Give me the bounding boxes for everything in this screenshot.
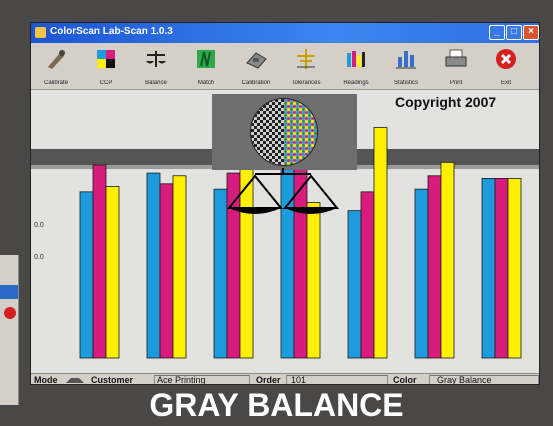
print-icon <box>445 49 467 67</box>
y-tick-lower: 0.0 <box>34 254 44 261</box>
bar-2-series-3 <box>172 175 187 359</box>
bar-2-series-2 <box>159 183 174 359</box>
ccp-button[interactable]: CCP <box>84 46 128 86</box>
calibration-button[interactable]: Calibration <box>234 46 278 86</box>
background-window-exit-icon <box>4 307 16 319</box>
bar-6-series-2 <box>427 175 442 359</box>
tolerances-button[interactable]: Tolerances <box>284 46 328 86</box>
mode-icon <box>66 378 84 383</box>
bar-1-series-3 <box>105 186 120 359</box>
balance-icon <box>146 51 166 67</box>
balance-button[interactable]: Balance <box>134 46 178 86</box>
order-label: Order <box>256 375 281 385</box>
balance-scale-icon <box>226 168 340 214</box>
color-value: Gray Balance <box>437 375 492 385</box>
match-button[interactable]: Match <box>184 46 228 86</box>
calibration-label: Calibration <box>241 80 271 86</box>
print-button[interactable]: Print <box>434 46 478 86</box>
statistics-button[interactable]: Statistics <box>384 46 428 86</box>
match-label: Match <box>197 80 215 86</box>
mode-label: Mode <box>34 375 58 385</box>
calibrate-label: Calibrate <box>43 80 68 86</box>
caption-title: GRAY BALANCE <box>149 387 404 423</box>
readings-icon <box>347 51 365 67</box>
customer-label: Customer <box>91 375 134 385</box>
minimize-button[interactable]: _ <box>489 25 505 40</box>
bar-4-series-3 <box>306 202 321 359</box>
match-icon <box>197 50 215 68</box>
exit-label: Exit <box>500 80 511 86</box>
bar-2-series-1 <box>146 172 161 359</box>
readings-label: Readings <box>343 80 369 86</box>
readings-button[interactable]: Readings <box>334 46 378 86</box>
bar-6-series-3 <box>440 161 455 359</box>
order-value: 101 <box>291 375 307 385</box>
y-tick-upper: 0.0 <box>34 222 44 229</box>
exit-icon <box>496 49 516 69</box>
bar-5-series-1 <box>347 210 362 359</box>
statistics-icon <box>396 51 416 69</box>
customer-value: Ace Printing <box>157 375 206 385</box>
instrument-icon <box>246 52 267 69</box>
bar-1-series-1 <box>79 191 94 359</box>
gray-balance-chip <box>250 98 318 166</box>
maximize-button[interactable]: □ <box>506 25 522 40</box>
statistics-label: Statistics <box>393 80 418 86</box>
background-window-titlebar <box>0 285 18 299</box>
app-icon <box>35 27 46 38</box>
tolerance-icon <box>297 49 315 69</box>
color-patch-icon <box>97 50 115 68</box>
exit-button[interactable]: Exit <box>484 46 528 86</box>
bar-5-series-2 <box>360 191 375 359</box>
calibrate-icon <box>48 50 65 69</box>
color-label: Color <box>393 375 417 385</box>
print-label: Print <box>449 80 463 86</box>
balance-label: Balance <box>145 80 167 86</box>
copyright-text: Copyright 2007 <box>395 94 497 110</box>
tolerances-label: Tolerances <box>291 80 321 86</box>
bar-6-series-1 <box>414 188 429 359</box>
bar-7-series-3 <box>507 178 522 359</box>
bar-7-series-1 <box>481 178 496 359</box>
bar-5-series-3 <box>373 127 388 359</box>
status-bar: Mode Customer Ace Printing Order 101 Col… <box>31 373 539 385</box>
window-title: ColorScan Lab-Scan 1.0.3 <box>50 26 173 37</box>
toolbar: Calibrate CCP Balance Match Calibration … <box>31 43 539 90</box>
calibrate-button[interactable]: Calibrate <box>34 46 78 86</box>
close-button[interactable]: × <box>523 25 539 40</box>
bar-7-series-2 <box>494 178 509 359</box>
bar-1-series-2 <box>92 164 107 359</box>
background-window <box>0 255 19 405</box>
ccp-label: CCP <box>99 80 113 86</box>
title-bar: ColorScan Lab-Scan 1.0.3 _ □ × <box>31 23 539 43</box>
